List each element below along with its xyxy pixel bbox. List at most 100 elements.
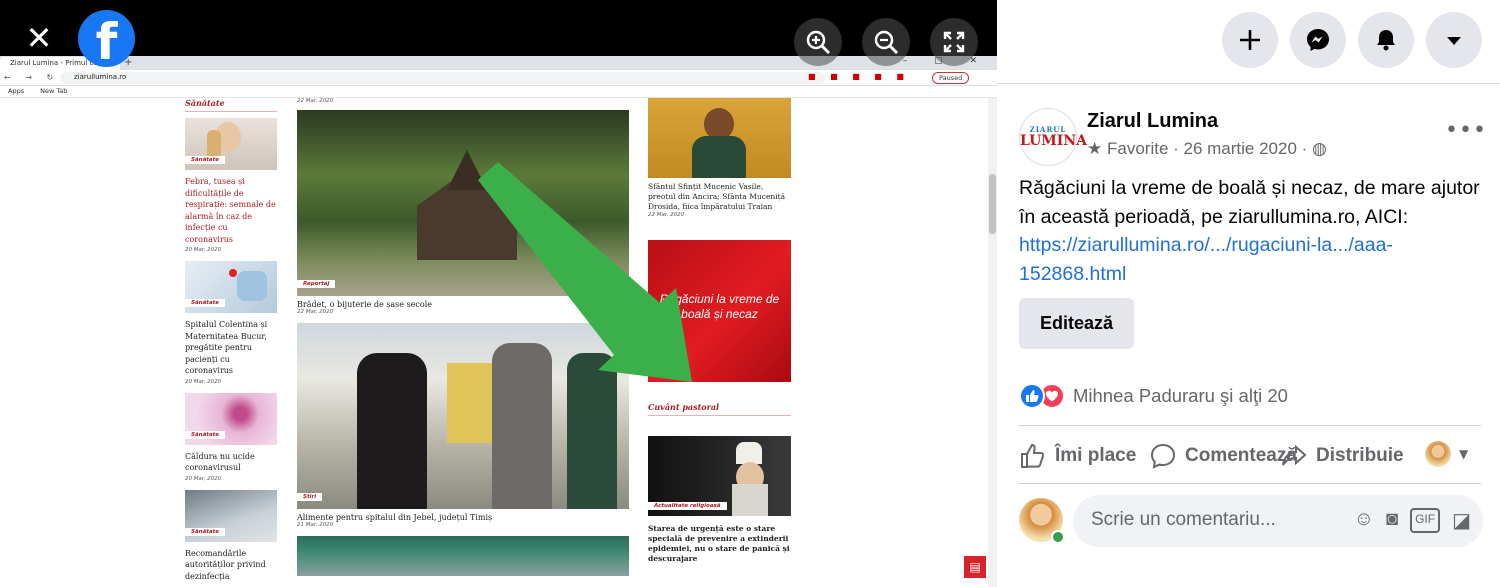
globe-icon: ◍ — [1312, 139, 1327, 158]
like-reaction-icon — [1019, 383, 1045, 409]
url-field: ziarullumina.ro — [60, 72, 825, 84]
share-icon — [1282, 444, 1307, 466]
share-audience-selector[interactable]: ▼ — [1425, 441, 1468, 467]
like-button[interactable]: Îmi place — [1019, 441, 1136, 471]
news-image-patriarch: Actualitate religioasă — [648, 436, 791, 516]
actions-top-divider — [1019, 425, 1481, 426]
news-title: Spitalul Colentina și Maternitatea Bucur… — [185, 320, 268, 375]
more-options-icon[interactable]: ••• — [1445, 118, 1487, 143]
actions-bottom-divider — [1019, 483, 1481, 484]
edit-button[interactable]: Editează — [1019, 298, 1134, 349]
news-title: Recomandările autorităților privind dezi… — [185, 548, 266, 581]
thumbs-up-icon — [1021, 443, 1045, 468]
messenger-button[interactable] — [1290, 12, 1346, 68]
header-divider — [997, 83, 1500, 84]
post-body: Rǎgǎciuni la vreme de boalǎ și necaz, de… — [1019, 177, 1480, 228]
avatar-text-large: LUMINA — [1020, 133, 1087, 149]
news-title: Alimente pentru spitalul din Jebel, jude… — [297, 513, 493, 522]
reactions-summary[interactable]: Mihnea Paduraru şi alţi 20 — [1019, 383, 1288, 409]
page-scrollbar[interactable] — [988, 98, 997, 587]
icon-image-saint — [648, 98, 791, 178]
news-thumb: Sănătate — [185, 261, 277, 313]
bookmark-apps: Apps — [8, 87, 25, 95]
star-icon: ★ — [1087, 139, 1103, 158]
print-icon[interactable]: ▤ — [964, 556, 986, 578]
middle-news-column: 22 Mar, 2020 Reportaj Brădet, o bijuteri… — [297, 98, 629, 576]
news-thumb: Sănătate — [185, 392, 277, 445]
category-badge: Știri — [297, 493, 323, 501]
close-icon[interactable]: ✕ — [22, 22, 56, 56]
right-news-column: Sfântul Sfințit Mucenic Vasile, preotul … — [648, 98, 791, 564]
bookmark-new-tab: New Tab — [40, 87, 68, 95]
post-panel: ZIARUL LUMINA Ziarul Lumina ★ Favorite ·… — [997, 0, 1500, 587]
screenshot-browser-window: Ziarul Lumina - Primul cotidia + – ▢ ✕ ←… — [0, 56, 997, 587]
url-text: ziarullumina.ro — [74, 73, 127, 81]
post-link[interactable]: https://ziarullumina.ro/.../rugaciuni-la… — [1019, 234, 1393, 285]
share-label: Distribuie — [1316, 445, 1404, 466]
news-image-church: Reportaj — [297, 110, 629, 296]
page-name-link[interactable]: Ziarul Lumina — [1087, 110, 1218, 133]
camera-icon[interactable]: ◙ — [1386, 508, 1398, 533]
category-badge: Sănătate — [185, 430, 225, 439]
sticker-icon[interactable]: ◪ — [1452, 508, 1471, 533]
reactions-text: Mihnea Paduraru şi alţi 20 — [1073, 385, 1288, 406]
category-badge: Reportaj — [297, 280, 336, 288]
notifications-button[interactable] — [1358, 12, 1414, 68]
category-badge: Actualitate religioasă — [648, 502, 727, 510]
caret-down-icon — [1447, 37, 1461, 45]
scrollbar-thumb[interactable] — [989, 174, 996, 234]
news-date: 22 Mar, 2020 — [297, 309, 334, 315]
like-label: Îmi place — [1055, 445, 1137, 466]
news-thumb: Sănătate — [185, 118, 277, 170]
account-menu-button[interactable] — [1426, 12, 1482, 68]
online-status-dot — [1051, 530, 1065, 544]
news-date: 20 Mar, 2020 — [185, 475, 222, 482]
post-meta-text[interactable]: Favorite · 26 martie 2020 · — [1107, 139, 1307, 158]
fullscreen-icon[interactable] — [930, 18, 978, 66]
news-date: 20 Mar, 2020 — [185, 247, 222, 253]
plus-icon — [1240, 30, 1260, 50]
comment-tools: ☺ ◙ GIF ◪ — [1354, 508, 1471, 533]
comment-button[interactable]: Comentează — [1149, 441, 1297, 471]
post-text: Rǎgǎciuni la vreme de boalǎ și necaz, de… — [1019, 174, 1489, 288]
extension-icons: ■ ■ ■ ■ ■ — [808, 72, 910, 81]
page-avatar[interactable]: ZIARUL LUMINA — [1019, 108, 1087, 166]
comment-input[interactable]: Scrie un comentariu... ☺ ◙ GIF ◪ — [1073, 495, 1483, 547]
news-image-tent — [297, 536, 629, 576]
news-date: 20 Mar, 2020 — [185, 378, 222, 385]
post-meta: ★ Favorite · 26 martie 2020 · ◍ — [1087, 139, 1327, 159]
browser-tab-bar: Ziarul Lumina - Primul cotidia + – ▢ ✕ — [0, 56, 997, 70]
category-badge: Sănătate — [185, 299, 225, 307]
news-date: 22 Mar, 2020 — [648, 212, 685, 218]
left-news-column: Sănătate Sănătate Febra, tusea și dificu… — [185, 98, 277, 584]
comment-icon — [1150, 443, 1176, 469]
zoom-out-icon[interactable] — [862, 18, 910, 66]
bookmarks-bar: Apps New Tab — [0, 86, 997, 98]
emoji-icon[interactable]: ☺ — [1354, 508, 1374, 533]
photo-viewer: Ziarul Lumina - Primul cotidia + – ▢ ✕ ←… — [0, 0, 997, 587]
news-title: Starea de urgență este o stare specială … — [648, 524, 790, 563]
category-badge: Sănătate — [185, 156, 225, 164]
section-label-sanatate: Sănătate — [185, 98, 277, 112]
share-button[interactable]: Distribuie — [1280, 441, 1404, 471]
address-bar: ← → ↻ ⌂ ziarullumina.ro ■ ■ ■ ■ ■ Paused — [0, 70, 997, 86]
news-date: 21 Mar, 2020 — [297, 522, 334, 528]
gif-icon[interactable]: GIF — [1410, 508, 1441, 533]
zoom-in-icon[interactable] — [794, 18, 842, 66]
prayer-banner-text: Rugăciuni la vreme de boală și necaz — [659, 292, 780, 321]
create-button[interactable] — [1222, 12, 1278, 68]
user-avatar-small — [1425, 441, 1451, 467]
news-date: 22 Mar, 2020 — [297, 98, 334, 104]
news-title: Brădet, o bijuterie de șase secole — [297, 300, 432, 309]
caret-down-icon: ▼ — [1459, 447, 1469, 461]
news-title: Sfântul Sfințit Mucenic Vasile, preotul … — [648, 182, 786, 211]
messenger-icon — [1307, 29, 1329, 51]
prayer-banner[interactable]: Rugăciuni la vreme de boală și necaz — [648, 240, 791, 382]
paused-badge: Paused — [932, 72, 970, 84]
news-image-nuns: Știri — [297, 323, 629, 509]
website-page: Sănătate Sănătate Febra, tusea și dificu… — [0, 98, 997, 587]
news-thumb: Sănătate — [185, 489, 277, 542]
bell-icon — [1377, 30, 1395, 51]
facebook-logo-icon[interactable]: f — [78, 10, 135, 67]
category-badge: Sănătate — [185, 527, 225, 536]
